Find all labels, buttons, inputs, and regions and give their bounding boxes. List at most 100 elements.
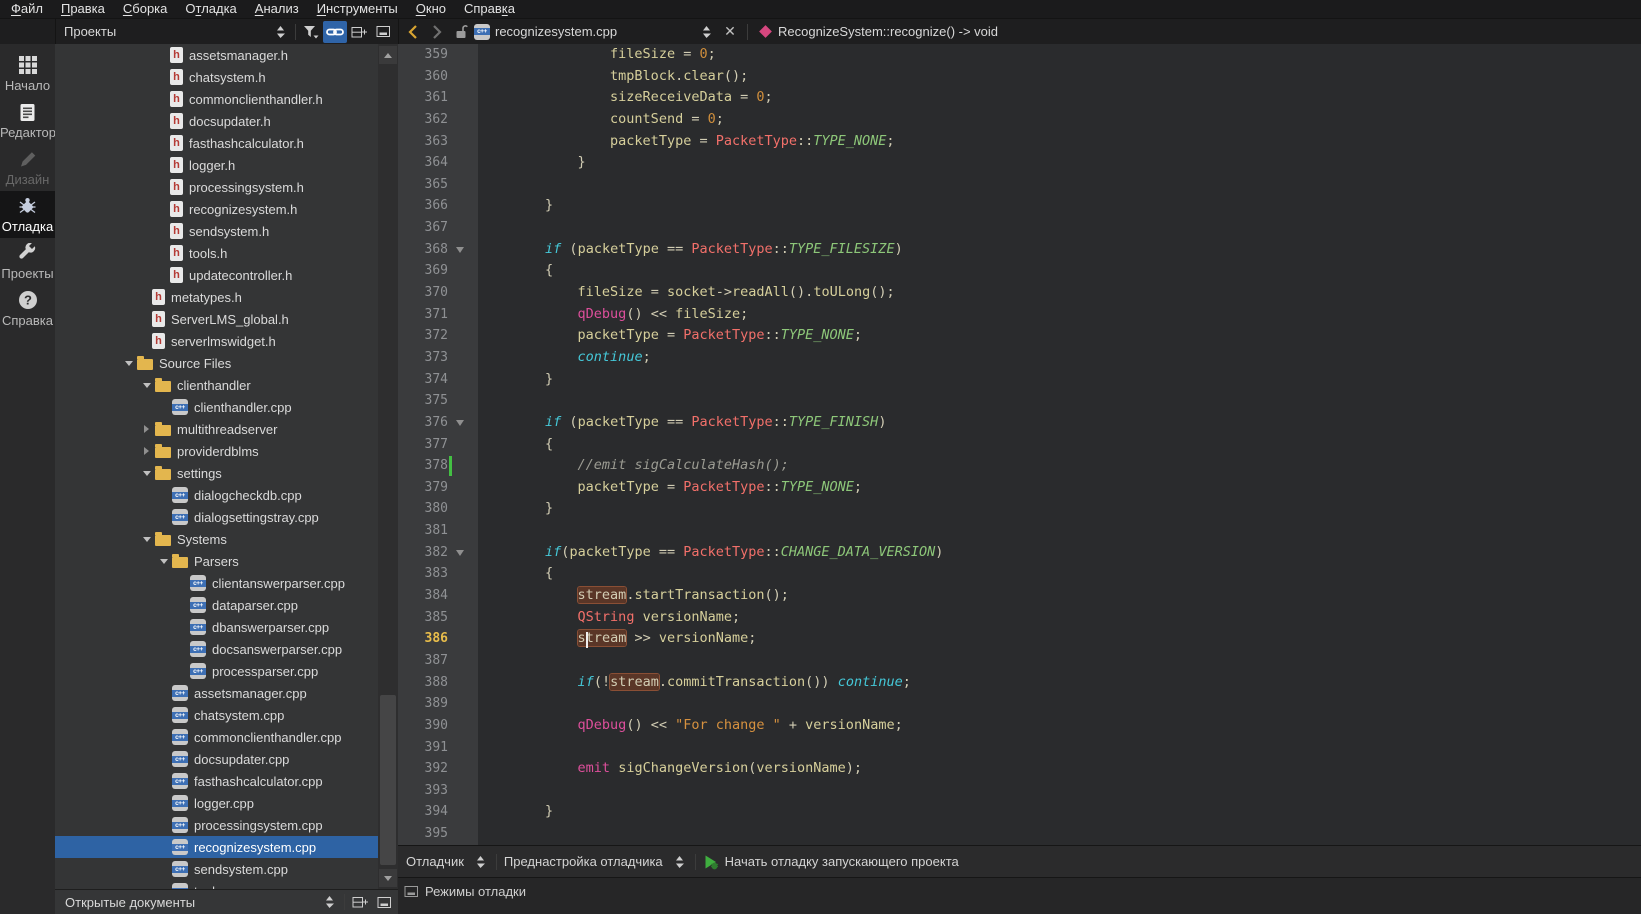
tree-item-commonclienthandler.h[interactable]: hcommonclienthandler.h <box>55 88 398 110</box>
tree-item-updatecontroller.h[interactable]: hupdatecontroller.h <box>55 264 398 286</box>
expand-arrow-icon[interactable] <box>138 425 155 433</box>
open-document-tab[interactable]: c++ recognizesystem.cpp ✕ <box>449 19 744 45</box>
combo-spinner-icon[interactable] <box>469 851 493 873</box>
code-line-389[interactable]: 389 <box>398 693 1641 715</box>
close-document-icon[interactable]: ✕ <box>718 21 742 43</box>
code-line-380[interactable]: 380 } <box>398 498 1641 520</box>
split-new-window-icon[interactable] <box>347 21 371 43</box>
tree-item-chatsystem.h[interactable]: hchatsystem.h <box>55 66 398 88</box>
gutter[interactable]: 390 <box>398 715 478 737</box>
debug-views-icon[interactable] <box>404 885 419 898</box>
gutter[interactable]: 367 <box>398 217 478 239</box>
code-line-367[interactable]: 367 <box>398 217 1641 239</box>
gutter[interactable]: 380 <box>398 498 478 520</box>
tree-item-tools.h[interactable]: htools.h <box>55 242 398 264</box>
tree-item-assetsmanager.cpp[interactable]: c++assetsmanager.cpp <box>55 682 398 704</box>
gutter[interactable]: 381 <box>398 520 478 542</box>
tree-item-clientanswerparser.cpp[interactable]: c++clientanswerparser.cpp <box>55 572 398 594</box>
code-line-391[interactable]: 391 <box>398 737 1641 759</box>
tree-item-dataparser.cpp[interactable]: c++dataparser.cpp <box>55 594 398 616</box>
back-chevron-icon[interactable] <box>401 21 425 43</box>
expand-arrow-icon[interactable] <box>138 447 155 455</box>
gutter[interactable]: 395 <box>398 823 478 845</box>
tree-item-providerdblms[interactable]: providerdblms <box>55 440 398 462</box>
gutter[interactable]: 379 <box>398 477 478 499</box>
code-line-395[interactable]: 395 <box>398 823 1641 845</box>
menu-item-tools[interactable]: Инструменты <box>308 0 407 18</box>
sidebar-item-debug[interactable]: Отладка <box>0 191 55 238</box>
combo-spinner-icon[interactable] <box>668 851 692 873</box>
sidebar-item-editor[interactable]: Редактор <box>0 97 55 144</box>
collapse-arrow-icon[interactable] <box>155 559 172 564</box>
close-panel-icon[interactable] <box>372 891 396 913</box>
code-line-378[interactable]: 378 //emit sigCalculateHash(); <box>398 455 1641 477</box>
close-panel-icon[interactable] <box>371 21 395 43</box>
gutter[interactable]: 363 <box>398 131 478 153</box>
gutter[interactable]: 385 <box>398 607 478 629</box>
code-line-368[interactable]: 368 if (packetType == PacketType::TYPE_F… <box>398 239 1641 261</box>
tree-item-chatsystem.cpp[interactable]: c++chatsystem.cpp <box>55 704 398 726</box>
fold-marker-icon[interactable] <box>456 550 464 556</box>
tree-item-Source Files[interactable]: Source Files <box>55 352 398 374</box>
tree-item-settings[interactable]: settings <box>55 462 398 484</box>
gutter[interactable]: 365 <box>398 174 478 196</box>
gutter[interactable]: 375 <box>398 390 478 412</box>
code-line-366[interactable]: 366 } <box>398 195 1641 217</box>
tree-item-docsanswerparser.cpp[interactable]: c++docsanswerparser.cpp <box>55 638 398 660</box>
gutter[interactable]: 373 <box>398 347 478 369</box>
gutter[interactable]: 393 <box>398 780 478 802</box>
scroll-down-icon[interactable] <box>379 869 397 887</box>
tree-item-processingsystem.cpp[interactable]: c++processingsystem.cpp <box>55 814 398 836</box>
tree-item-metatypes.h[interactable]: hmetatypes.h <box>55 286 398 308</box>
menu-item-analyze[interactable]: Анализ <box>246 0 308 18</box>
tree-item-assetsmanager.h[interactable]: hassetsmanager.h <box>55 44 398 66</box>
gutter[interactable]: 368 <box>398 239 478 261</box>
code-line-384[interactable]: 384 stream.startTransaction(); <box>398 585 1641 607</box>
code-line-362[interactable]: 362 countSend = 0; <box>398 109 1641 131</box>
forward-chevron-icon[interactable] <box>425 21 449 43</box>
sidebar-item-projects[interactable]: Проекты <box>0 238 55 285</box>
tree-item-sendsystem.cpp[interactable]: c++sendsystem.cpp <box>55 858 398 880</box>
menu-item-window[interactable]: Окно <box>407 0 455 18</box>
tree-item-recognizesystem.cpp[interactable]: c++recognizesystem.cpp <box>55 836 398 858</box>
tree-item-fasthashcalculator.h[interactable]: hfasthashcalculator.h <box>55 132 398 154</box>
tree-item-multithreadserver[interactable]: multithreadserver <box>55 418 398 440</box>
code-line-379[interactable]: 379 packetType = PacketType::TYPE_NONE; <box>398 477 1641 499</box>
fold-marker-icon[interactable] <box>456 247 464 253</box>
tree-item-Parsers[interactable]: Parsers <box>55 550 398 572</box>
tree-item-logger.h[interactable]: hlogger.h <box>55 154 398 176</box>
code-line-376[interactable]: 376 if (packetType == PacketType::TYPE_F… <box>398 412 1641 434</box>
code-line-392[interactable]: 392 emit sigChangeVersion(versionName); <box>398 758 1641 780</box>
tree-item-commonclienthandler.cpp[interactable]: c++commonclienthandler.cpp <box>55 726 398 748</box>
sidebar-item-help[interactable]: ? Справка <box>0 285 55 332</box>
start-debug-icon[interactable] <box>699 851 723 873</box>
tree-item-processingsystem.h[interactable]: hprocessingsystem.h <box>55 176 398 198</box>
gutter[interactable]: 382 <box>398 542 478 564</box>
debugger-preset-combobox[interactable]: Преднастройка отладчика <box>504 854 663 869</box>
code-line-388[interactable]: 388 if(!stream.commitTransaction()) cont… <box>398 672 1641 694</box>
gutter[interactable]: 362 <box>398 109 478 131</box>
gutter[interactable]: 388 <box>398 672 478 694</box>
gutter[interactable]: 389 <box>398 693 478 715</box>
menu-item-help[interactable]: Справка <box>455 0 524 18</box>
gutter[interactable]: 372 <box>398 325 478 347</box>
tree-item-Systems[interactable]: Systems <box>55 528 398 550</box>
debugger-combobox[interactable]: Отладчик <box>406 854 464 869</box>
gutter[interactable]: 387 <box>398 650 478 672</box>
gutter[interactable]: 392 <box>398 758 478 780</box>
split-new-window-icon[interactable] <box>348 891 372 913</box>
code-line-359[interactable]: 359 fileSize = 0; <box>398 44 1641 66</box>
tree-item-dbanswerparser.cpp[interactable]: c++dbanswerparser.cpp <box>55 616 398 638</box>
code-line-394[interactable]: 394 } <box>398 801 1641 823</box>
start-debug-label[interactable]: Начать отладку запускающего проекта <box>725 854 959 869</box>
sort-spinner-icon[interactable] <box>317 891 341 913</box>
collapse-arrow-icon[interactable] <box>138 471 155 476</box>
tree-item-logger.cpp[interactable]: c++logger.cpp <box>55 792 398 814</box>
gutter[interactable]: 394 <box>398 801 478 823</box>
scroll-up-icon[interactable] <box>379 46 397 64</box>
code-line-365[interactable]: 365 <box>398 174 1641 196</box>
gutter[interactable]: 364 <box>398 152 478 174</box>
code-line-381[interactable]: 381 <box>398 520 1641 542</box>
gutter[interactable]: 371 <box>398 304 478 326</box>
code-line-373[interactable]: 373 continue; <box>398 347 1641 369</box>
